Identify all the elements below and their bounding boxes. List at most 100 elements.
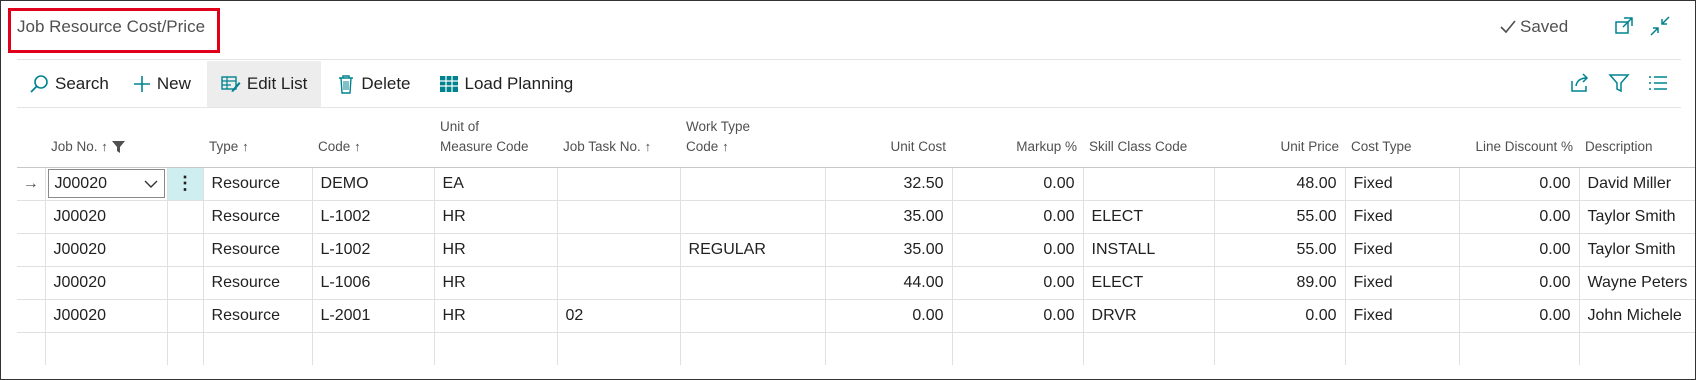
- uom-cell[interactable]: HR: [433, 298, 558, 333]
- table-row[interactable]: → J00020 ⋮ Resource DEMO EA 32.50 0.00 4…: [17, 166, 1695, 201]
- markup-cell[interactable]: 0.00: [951, 166, 1084, 201]
- line-discount-cell[interactable]: 0.00: [1458, 199, 1580, 234]
- unit-cost-cell[interactable]: 32.50: [824, 166, 953, 201]
- markup-cell[interactable]: 0.00: [951, 232, 1084, 267]
- line-discount-cell[interactable]: 0.00: [1458, 298, 1580, 333]
- type-cell[interactable]: [202, 331, 313, 365]
- new-button[interactable]: New: [121, 61, 203, 107]
- markup-cell[interactable]: 0.00: [951, 298, 1084, 333]
- uom-cell[interactable]: [433, 331, 558, 365]
- cost-type-cell[interactable]: Fixed: [1344, 199, 1460, 234]
- type-cell[interactable]: Resource: [202, 166, 313, 201]
- skill-class-cell[interactable]: INSTALL: [1082, 232, 1215, 267]
- column-header-work-type[interactable]: Work Type Code ↑: [680, 109, 826, 168]
- unit-cost-cell[interactable]: [824, 331, 953, 365]
- table-row[interactable]: J00020 Resource L-1002 HR REGULAR 35.00 …: [17, 232, 1695, 267]
- row-actions-cell[interactable]: [166, 331, 204, 365]
- edit-list-button[interactable]: Edit List: [206, 61, 322, 107]
- type-cell[interactable]: Resource: [202, 265, 313, 300]
- collapse-icon[interactable]: [1649, 15, 1671, 37]
- job-task-cell[interactable]: [556, 199, 681, 234]
- unit-cost-cell[interactable]: 35.00: [824, 199, 953, 234]
- list-view-icon[interactable]: [1646, 71, 1670, 95]
- type-cell[interactable]: Resource: [202, 199, 313, 234]
- filter-icon[interactable]: [1607, 71, 1631, 95]
- line-discount-cell[interactable]: [1458, 331, 1580, 365]
- job-no-cell[interactable]: J00020: [44, 166, 168, 201]
- skill-class-cell[interactable]: [1082, 166, 1215, 201]
- uom-cell[interactable]: HR: [433, 265, 558, 300]
- type-cell[interactable]: Resource: [202, 232, 313, 267]
- uom-cell[interactable]: EA: [433, 166, 558, 201]
- cost-type-cell[interactable]: Fixed: [1344, 232, 1460, 267]
- job-task-cell[interactable]: [556, 265, 681, 300]
- cost-type-cell[interactable]: Fixed: [1344, 298, 1460, 333]
- column-header-unit-cost[interactable]: Unit Cost: [825, 109, 953, 168]
- row-actions-button[interactable]: ⋮: [166, 166, 204, 201]
- description-cell[interactable]: David Miller: [1578, 166, 1695, 201]
- code-cell[interactable]: L-1002: [311, 232, 435, 267]
- column-header-description[interactable]: Description: [1579, 109, 1695, 168]
- uom-cell[interactable]: HR: [433, 232, 558, 267]
- chevron-down-icon[interactable]: [144, 180, 158, 188]
- code-cell[interactable]: L-2001: [311, 298, 435, 333]
- row-actions-cell[interactable]: [166, 298, 204, 333]
- markup-cell[interactable]: 0.00: [951, 199, 1084, 234]
- job-no-cell[interactable]: J00020: [44, 232, 168, 267]
- code-cell[interactable]: [311, 331, 435, 365]
- job-task-cell[interactable]: [556, 232, 681, 267]
- skill-class-cell[interactable]: [1082, 331, 1215, 365]
- job-no-select[interactable]: J00020: [47, 169, 165, 198]
- unit-price-cell[interactable]: 0.00: [1213, 298, 1346, 333]
- row-actions-cell[interactable]: [166, 199, 204, 234]
- work-type-cell[interactable]: [679, 331, 826, 365]
- skill-class-cell[interactable]: DRVR: [1082, 298, 1215, 333]
- unit-cost-cell[interactable]: 35.00: [824, 232, 953, 267]
- share-icon[interactable]: [1568, 71, 1592, 95]
- column-header-job-task[interactable]: Job Task No. ↑: [557, 109, 681, 168]
- job-no-cell[interactable]: J00020: [44, 298, 168, 333]
- line-discount-cell[interactable]: 0.00: [1458, 166, 1580, 201]
- column-header-unit-price[interactable]: Unit Price: [1214, 109, 1346, 168]
- load-planning-button[interactable]: Load Planning: [427, 61, 586, 107]
- description-cell[interactable]: Taylor Smith: [1578, 232, 1695, 267]
- cost-type-cell[interactable]: [1344, 331, 1460, 365]
- job-task-cell[interactable]: 02: [556, 298, 681, 333]
- markup-cell[interactable]: [951, 331, 1084, 365]
- search-button[interactable]: Search: [17, 61, 121, 107]
- skill-class-cell[interactable]: ELECT: [1082, 265, 1215, 300]
- cost-type-cell[interactable]: Fixed: [1344, 166, 1460, 201]
- unit-price-cell[interactable]: [1213, 331, 1346, 365]
- line-discount-cell[interactable]: 0.00: [1458, 265, 1580, 300]
- column-header-code[interactable]: Code ↑: [312, 109, 435, 168]
- skill-class-cell[interactable]: ELECT: [1082, 199, 1215, 234]
- column-header-job-no[interactable]: Job No. ↑: [45, 109, 204, 168]
- column-header-uom[interactable]: Unit of Measure Code: [434, 109, 558, 168]
- description-cell[interactable]: Taylor Smith: [1578, 199, 1695, 234]
- work-type-cell[interactable]: [679, 166, 826, 201]
- table-row[interactable]: J00020 Resource L-2001 HR 02 0.00 0.00 D…: [17, 298, 1695, 333]
- unit-cost-cell[interactable]: 44.00: [824, 265, 953, 300]
- job-task-cell[interactable]: [556, 331, 681, 365]
- column-header-type[interactable]: Type ↑: [203, 109, 313, 168]
- work-type-cell[interactable]: [679, 265, 826, 300]
- column-header-markup[interactable]: Markup %: [952, 109, 1084, 168]
- column-header-skill-class[interactable]: Skill Class Code: [1083, 109, 1215, 168]
- row-actions-cell[interactable]: [166, 232, 204, 267]
- job-no-cell[interactable]: J00020: [44, 199, 168, 234]
- unit-price-cell[interactable]: 55.00: [1213, 199, 1346, 234]
- job-no-cell[interactable]: [44, 331, 168, 365]
- markup-cell[interactable]: 0.00: [951, 265, 1084, 300]
- work-type-cell[interactable]: [679, 199, 826, 234]
- column-header-line-discount[interactable]: Line Discount %: [1459, 109, 1580, 168]
- type-cell[interactable]: Resource: [202, 298, 313, 333]
- unit-cost-cell[interactable]: 0.00: [824, 298, 953, 333]
- table-row[interactable]: J00020 Resource L-1006 HR 44.00 0.00 ELE…: [17, 265, 1695, 300]
- unit-price-cell[interactable]: 48.00: [1213, 166, 1346, 201]
- description-cell[interactable]: John Michele: [1578, 298, 1695, 333]
- delete-button[interactable]: Delete: [325, 61, 422, 107]
- work-type-cell[interactable]: REGULAR: [679, 232, 826, 267]
- column-header-cost-type[interactable]: Cost Type: [1345, 109, 1460, 168]
- work-type-cell[interactable]: [679, 298, 826, 333]
- table-row[interactable]: J00020 Resource L-1002 HR 35.00 0.00 ELE…: [17, 199, 1695, 234]
